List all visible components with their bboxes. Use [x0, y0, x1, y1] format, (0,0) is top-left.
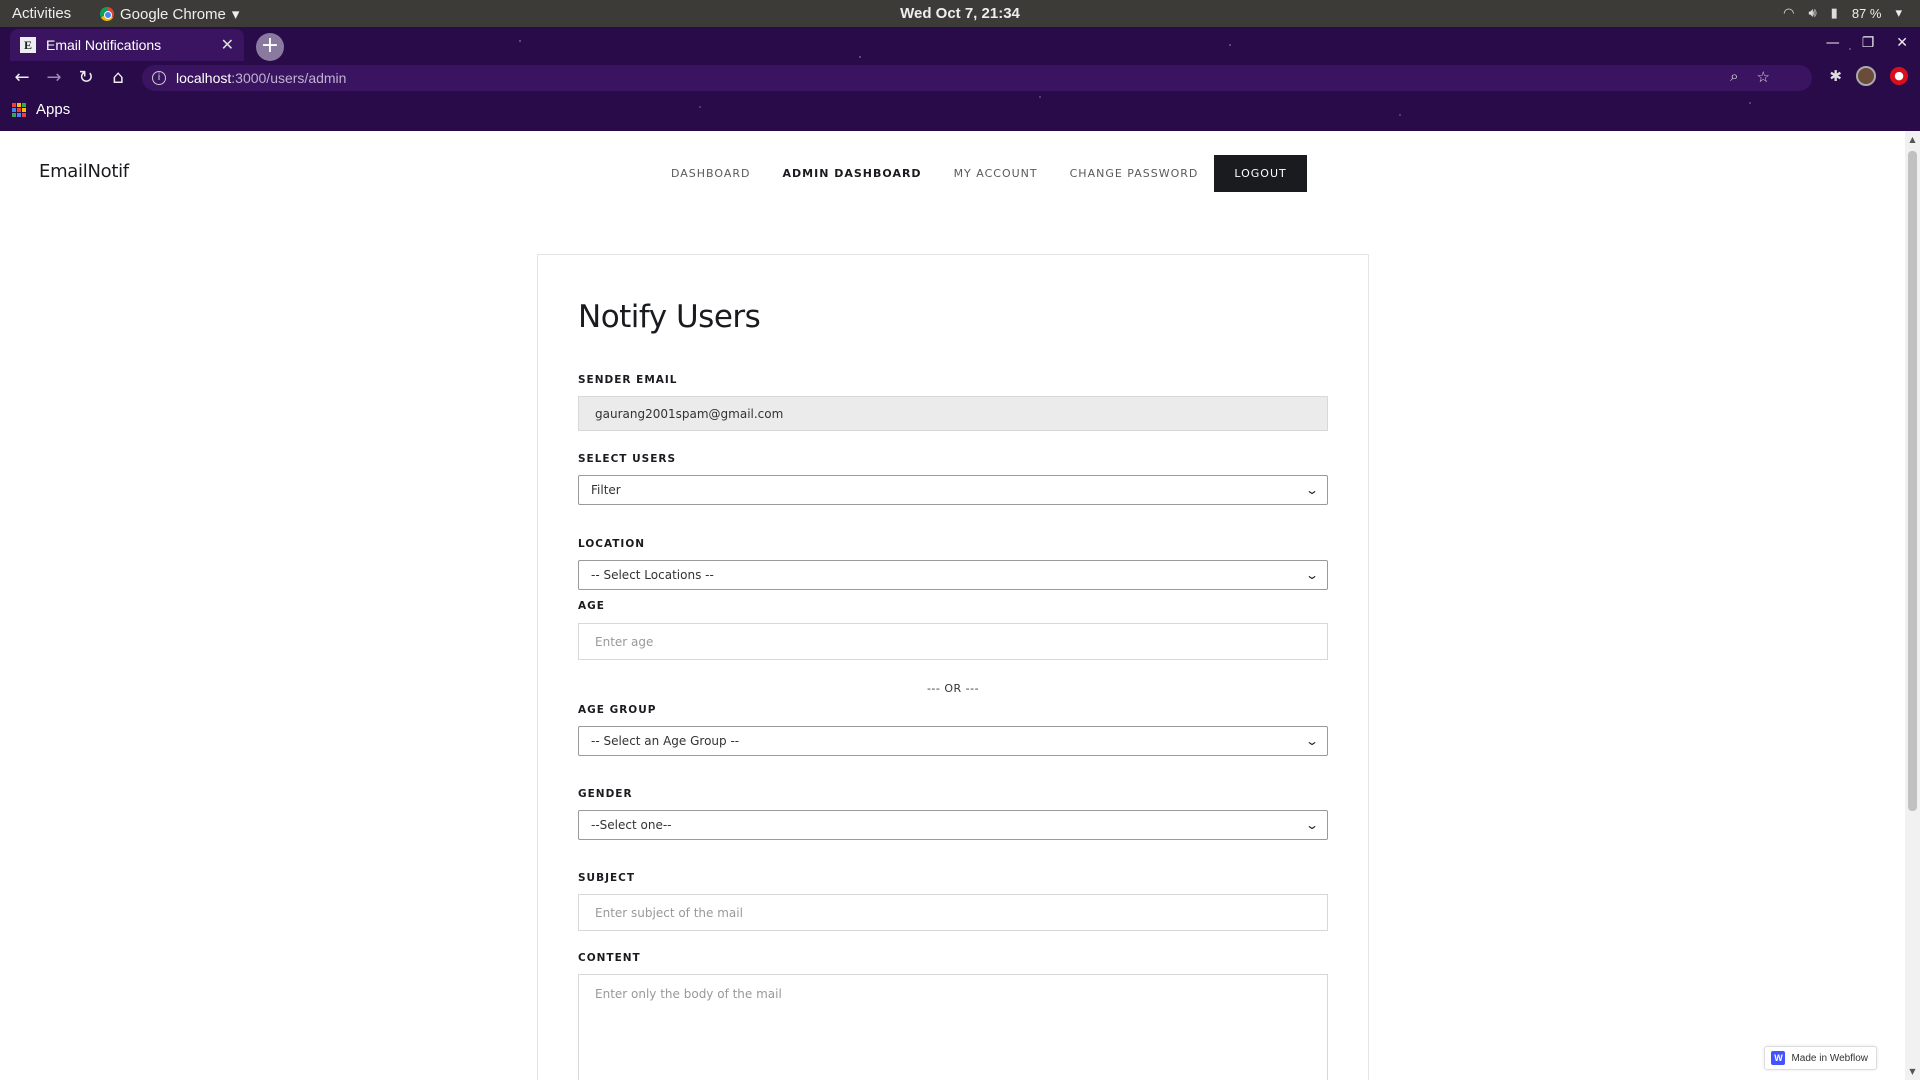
location-label: LOCATION	[578, 538, 646, 550]
caret-down-icon: ▾	[1895, 5, 1902, 20]
age-group-value: -- Select an Age Group --	[591, 734, 740, 748]
age-input[interactable]: Enter age	[578, 623, 1328, 660]
select-users-dropdown[interactable]: Filter ⌄	[578, 475, 1328, 505]
wifi-icon: ◠	[1783, 5, 1795, 20]
page-title: Notify Users	[578, 299, 761, 335]
location-value: -- Select Locations --	[591, 568, 714, 582]
notify-form-card: Notify Users SENDER EMAIL gaurang2001spa…	[537, 254, 1369, 1080]
age-label: AGE	[578, 600, 605, 612]
volume-icon: 🔊︎	[1808, 5, 1817, 20]
chevron-down-icon: ⌄	[1304, 483, 1320, 497]
nav-admin-dashboard[interactable]: ADMIN DASHBOARD	[767, 157, 938, 190]
subject-label: SUBJECT	[578, 872, 636, 884]
location-dropdown[interactable]: -- Select Locations -- ⌄	[578, 560, 1328, 590]
zoom-icon[interactable]: ⌕	[1730, 68, 1738, 86]
bookmarks-bar: Apps	[12, 101, 70, 118]
system-top-bar: Activities Google Chrome ▾ Wed Oct 7, 21…	[0, 0, 1920, 27]
close-tab-icon[interactable]: ✕	[221, 35, 234, 55]
site-info-icon[interactable]: i	[152, 71, 166, 85]
webflow-badge-label: Made in Webflow	[1791, 1052, 1868, 1064]
extension-red-icon[interactable]: ●	[1890, 67, 1908, 85]
nav-change-password[interactable]: CHANGE PASSWORD	[1054, 157, 1215, 190]
browser-tab[interactable]: E Email Notifications ✕	[10, 29, 244, 61]
profile-avatar[interactable]	[1856, 66, 1876, 86]
content-label: CONTENT	[578, 952, 641, 964]
gender-value: --Select one--	[591, 818, 672, 832]
browser-toolbar: ← → ↻ ⌂ i localhost:3000/users/admin ⌕ ☆…	[0, 63, 1920, 93]
forward-icon[interactable]: →	[38, 64, 70, 92]
clock[interactable]: Wed Oct 7, 21:34	[0, 5, 1920, 22]
select-users-label: SELECT USERS	[578, 453, 677, 465]
made-in-webflow-badge[interactable]: W Made in Webflow	[1764, 1046, 1877, 1070]
reload-icon[interactable]: ↻	[70, 64, 102, 92]
back-icon[interactable]: ←	[6, 64, 38, 92]
extensions-puzzle-icon[interactable]: ✱	[1829, 67, 1842, 85]
gender-label: GENDER	[578, 788, 633, 800]
system-tray[interactable]: ◠ 🔊︎ ▮ 87 % ▾	[1783, 5, 1902, 21]
tab-favicon-icon: E	[20, 37, 36, 53]
chevron-down-icon: ⌄	[1304, 734, 1320, 748]
content-textarea[interactable]: Enter only the body of the mail	[578, 974, 1328, 1080]
url-host: localhost	[176, 70, 232, 86]
close-window-icon[interactable]: ✕	[1896, 35, 1908, 51]
age-group-label: AGE GROUP	[578, 704, 657, 716]
apps-grid-icon	[12, 102, 26, 117]
tab-title: Email Notifications	[46, 37, 162, 53]
nav-dashboard[interactable]: DASHBOARD	[655, 157, 767, 190]
chevron-down-icon: ⌄	[1304, 568, 1320, 582]
chevron-down-icon: ⌄	[1304, 818, 1320, 832]
main-nav: DASHBOARD ADMIN DASHBOARD MY ACCOUNT CHA…	[655, 155, 1307, 192]
page-scrollbar[interactable]: ▲ ▼	[1905, 131, 1920, 1080]
battery-icon: ▮	[1830, 5, 1838, 20]
select-users-value: Filter	[591, 483, 621, 497]
new-tab-button[interactable]: +	[256, 33, 284, 61]
restore-icon[interactable]: ❐	[1862, 35, 1875, 51]
bookmark-star-icon[interactable]: ☆	[1757, 68, 1770, 86]
url-path: :3000/users/admin	[231, 70, 347, 86]
scrollbar-thumb[interactable]	[1908, 151, 1917, 811]
webflow-logo-icon: W	[1771, 1051, 1786, 1065]
scroll-down-icon[interactable]: ▼	[1905, 1067, 1920, 1076]
bookmark-apps[interactable]: Apps	[36, 101, 70, 118]
address-bar[interactable]: i localhost:3000/users/admin ⌕ ☆	[142, 65, 1812, 91]
subject-input[interactable]: Enter subject of the mail	[578, 894, 1328, 931]
scroll-up-icon[interactable]: ▲	[1905, 135, 1920, 144]
or-divider: --- OR ---	[926, 682, 980, 695]
sender-email-label: SENDER EMAIL	[578, 374, 678, 386]
browser-frame: E Email Notifications ✕ + — ❐ ✕ ← → ↻ ⌂ …	[0, 27, 1920, 131]
home-icon[interactable]: ⌂	[102, 64, 134, 92]
age-group-dropdown[interactable]: -- Select an Age Group -- ⌄	[578, 726, 1328, 756]
gender-dropdown[interactable]: --Select one-- ⌄	[578, 810, 1328, 840]
brand-logo[interactable]: EmailNotif	[39, 161, 129, 182]
page-content: EmailNotif DASHBOARD ADMIN DASHBOARD MY …	[0, 131, 1905, 1080]
battery-level: 87 %	[1851, 5, 1882, 21]
sender-email-field: gaurang2001spam@gmail.com	[578, 396, 1328, 431]
logout-button[interactable]: LOGOUT	[1214, 155, 1307, 192]
nav-my-account[interactable]: MY ACCOUNT	[938, 157, 1054, 190]
minimize-icon[interactable]: —	[1826, 35, 1840, 51]
window-controls: — ❐ ✕	[1826, 35, 1908, 51]
